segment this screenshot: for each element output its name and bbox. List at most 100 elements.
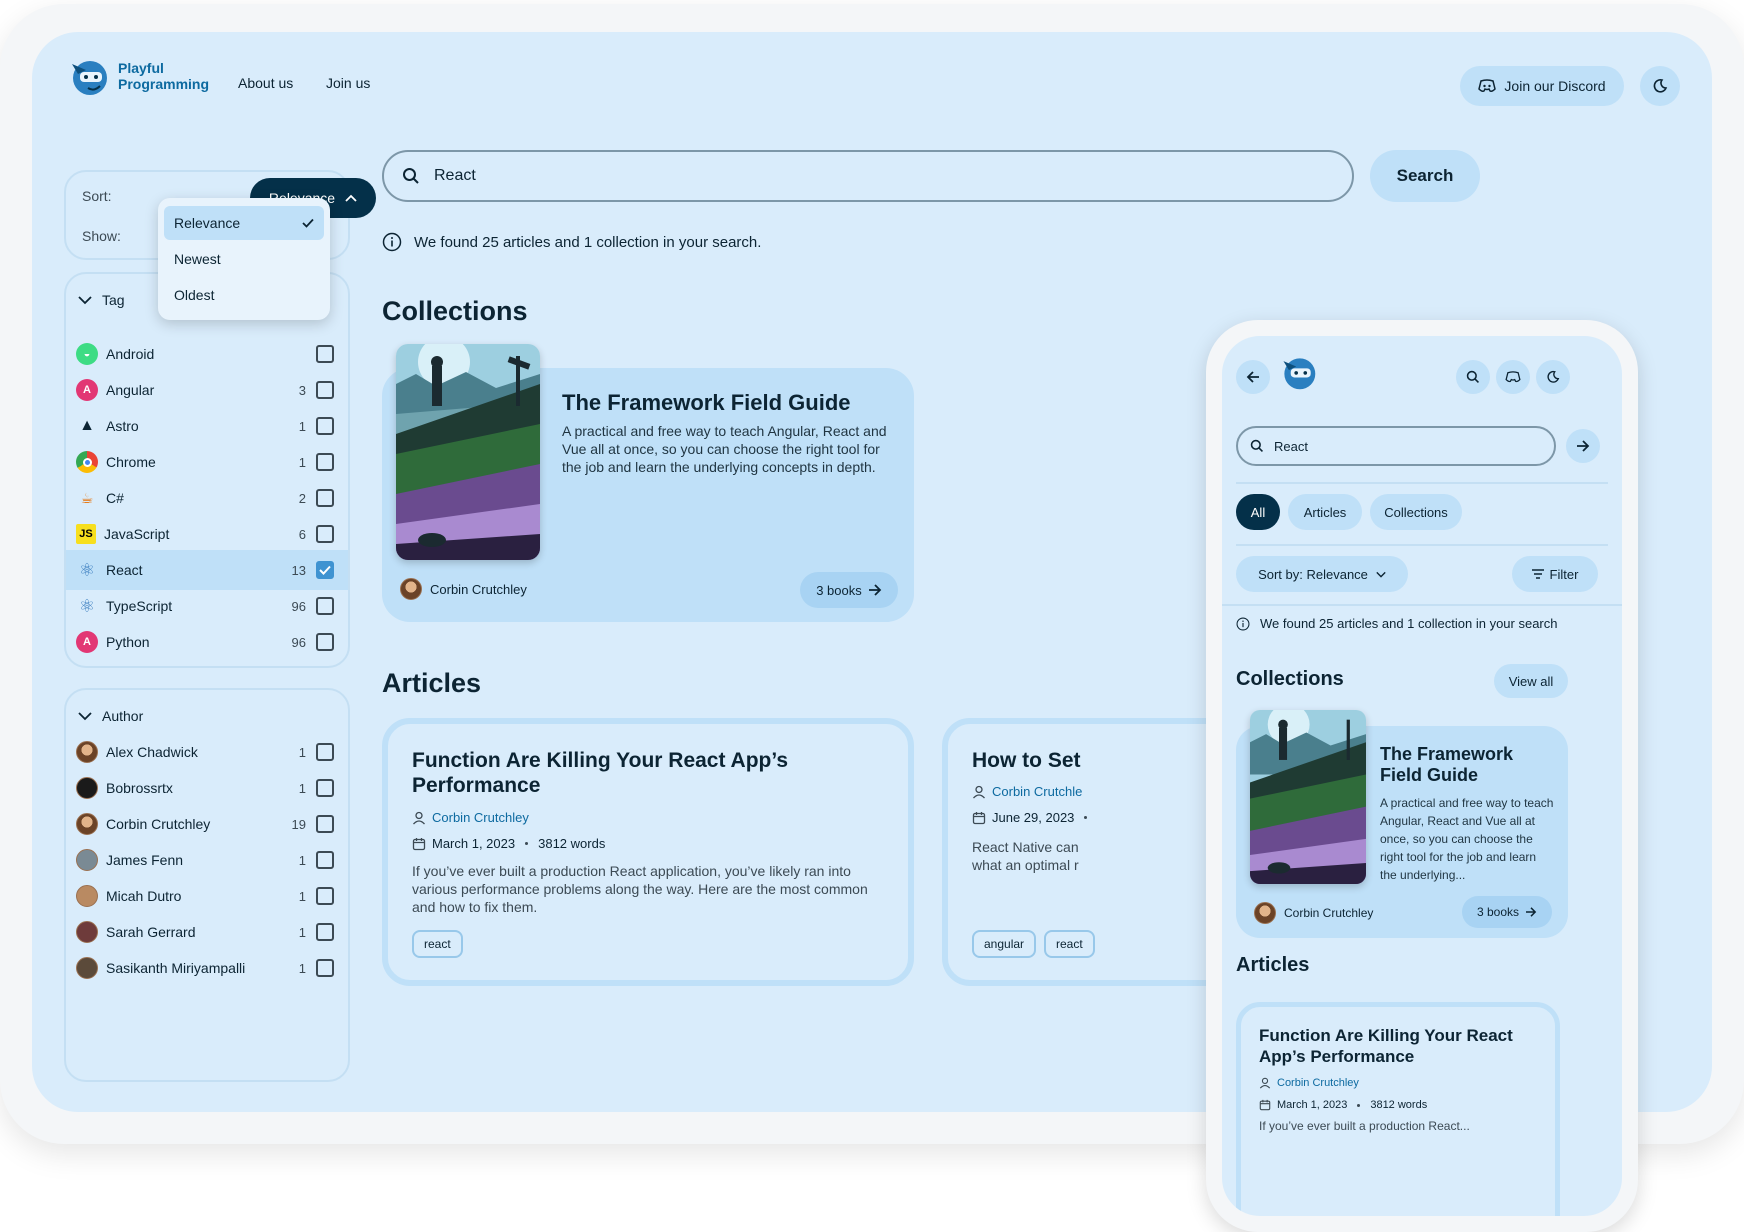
author-checkbox[interactable] <box>316 959 334 977</box>
mobile-theme-button[interactable] <box>1536 360 1570 394</box>
tag-heading: Tag <box>102 292 125 308</box>
react-atom-icon: ⚛ <box>78 595 96 616</box>
collection-card[interactable]: The Framework Field Guide A practical an… <box>382 344 914 622</box>
collection-cover-image <box>1250 710 1366 884</box>
tag-row-angular[interactable]: A Angular 3 <box>66 370 348 410</box>
tag-row-csharp[interactable]: ☕ C# 2 <box>66 478 348 518</box>
collection-author[interactable]: Corbin Crutchley <box>400 578 527 600</box>
tag-row-chrome[interactable]: Chrome 1 <box>66 442 348 482</box>
brand-logo[interactable]: Playful Programming <box>66 54 209 98</box>
divider <box>1222 604 1622 606</box>
sort-option-relevance[interactable]: Relevance <box>164 206 324 240</box>
arrow-right-icon <box>1577 440 1590 452</box>
tag-checkbox[interactable] <box>316 525 334 543</box>
chip-articles[interactable]: Articles <box>1288 494 1362 530</box>
mobile-sort-button[interactable]: Sort by: Relevance <box>1236 556 1408 592</box>
tag-checkbox[interactable] <box>316 381 334 399</box>
tag-row-android[interactable]: ◒ Android <box>66 334 348 374</box>
tag-filter-toggle[interactable]: Tag <box>78 292 125 308</box>
tag-row-astro[interactable]: ▲ Astro 1 <box>66 406 348 446</box>
discord-icon <box>1505 371 1521 383</box>
author-row[interactable]: Corbin Crutchley 19 <box>66 804 348 844</box>
mobile-article-author[interactable]: Corbin Crutchley <box>1259 1077 1359 1089</box>
article-tag-chip[interactable]: react <box>412 930 463 958</box>
angular-icon: A <box>76 379 98 401</box>
found-text: We found 25 articles and 1 collection in… <box>414 233 762 251</box>
avatar <box>1254 902 1276 924</box>
books-label: 3 books <box>816 582 862 598</box>
collection-books-button[interactable]: 3 books <box>800 572 898 608</box>
search-input[interactable]: React <box>382 150 1354 202</box>
nav-about[interactable]: About us <box>238 75 293 91</box>
author-name: Sarah Gerrard <box>106 924 196 940</box>
author-row[interactable]: Sarah Gerrard 1 <box>66 912 348 952</box>
author-count: 1 <box>298 744 306 760</box>
tag-checkbox[interactable] <box>316 417 334 435</box>
article-card[interactable]: Function Are Killing Your React App’s Pe… <box>382 718 914 986</box>
mobile-collection-card[interactable]: The Framework Field Guide A practical an… <box>1236 710 1568 938</box>
author-checkbox[interactable] <box>316 743 334 761</box>
moon-icon <box>1547 370 1560 383</box>
tag-checkbox[interactable] <box>316 597 334 615</box>
mobile-article-description: If you’ve ever built a production React.… <box>1259 1119 1470 1133</box>
mobile-collection-author[interactable]: Corbin Crutchley <box>1254 902 1373 924</box>
author-row[interactable]: Bobrossrtx 1 <box>66 768 348 808</box>
mobile-books-button[interactable]: 3 books <box>1462 896 1552 928</box>
article-author[interactable]: Corbin Crutchle <box>972 784 1082 799</box>
view-all-button[interactable]: View all <box>1494 664 1568 698</box>
theme-toggle-button[interactable] <box>1640 66 1680 106</box>
tag-row-python[interactable]: A Python 96 <box>66 622 348 662</box>
mobile-search-button[interactable] <box>1456 360 1490 394</box>
tag-row-react[interactable]: ⚛ React 13 <box>66 550 348 590</box>
author-row[interactable]: Alex Chadwick 1 <box>66 732 348 772</box>
author-checkbox[interactable] <box>316 815 334 833</box>
search-result-summary: We found 25 articles and 1 collection in… <box>382 232 761 252</box>
mobile-article-card[interactable]: Function Are Killing Your React App’s Pe… <box>1236 1002 1560 1216</box>
avatar <box>76 849 98 871</box>
books-label: 3 books <box>1476 905 1520 919</box>
tag-checkbox[interactable] <box>316 489 334 507</box>
tag-checkbox[interactable] <box>316 453 334 471</box>
chip-collections[interactable]: Collections <box>1370 494 1462 530</box>
astro-icon: ▲ <box>79 417 95 434</box>
avatar <box>76 813 98 835</box>
author-row[interactable]: Sasikanth Miriyampalli 1 <box>66 948 348 988</box>
unicorn-logo-icon <box>1283 358 1316 390</box>
article-tag-chip[interactable]: react <box>1044 930 1095 958</box>
author-checkbox[interactable] <box>316 923 334 941</box>
mobile-filter-button[interactable]: Filter <box>1512 556 1598 592</box>
article-description: If you’ve ever built a production React … <box>412 863 868 915</box>
join-discord-button[interactable]: Join our Discord <box>1460 66 1624 106</box>
mobile-search-input[interactable]: React <box>1236 426 1556 466</box>
sort-option-newest[interactable]: Newest <box>164 242 324 276</box>
tag-checkbox[interactable] <box>316 633 334 651</box>
calendar-icon <box>972 811 986 824</box>
author-row[interactable]: Micah Dutro 1 <box>66 876 348 916</box>
author-name: Bobrossrtx <box>106 780 173 796</box>
mobile-search-submit-button[interactable] <box>1566 429 1600 463</box>
tag-row-javascript[interactable]: JS JavaScript 6 <box>66 514 348 554</box>
author-checkbox[interactable] <box>316 851 334 869</box>
author-row[interactable]: James Fenn 1 <box>66 840 348 880</box>
nav-join[interactable]: Join us <box>326 75 370 91</box>
author-checkbox[interactable] <box>316 887 334 905</box>
chip-all[interactable]: All <box>1236 494 1280 530</box>
search-icon <box>1250 439 1263 452</box>
search-button[interactable]: Search <box>1370 150 1480 202</box>
tag-count: 3 <box>298 382 306 398</box>
mobile-discord-button[interactable] <box>1496 360 1530 394</box>
separator-dot <box>1357 1103 1361 1107</box>
tag-checkbox[interactable] <box>316 345 334 363</box>
author-name: James Fenn <box>106 852 184 868</box>
tag-row-typescript[interactable]: ⚛ TypeScript 96 <box>66 586 348 626</box>
author-filter-toggle[interactable]: Author <box>78 708 143 724</box>
article-tag-chip[interactable]: angular <box>972 930 1037 958</box>
chrome-icon <box>76 451 98 473</box>
article-author[interactable]: Corbin Crutchley <box>412 810 529 825</box>
sort-option-oldest[interactable]: Oldest <box>164 278 324 312</box>
author-checkbox[interactable] <box>316 779 334 797</box>
back-button[interactable] <box>1236 360 1270 394</box>
tag-checkbox-checked[interactable] <box>316 561 334 579</box>
react-atom-icon: ⚛ <box>78 559 96 580</box>
chevron-down-icon <box>78 296 92 305</box>
